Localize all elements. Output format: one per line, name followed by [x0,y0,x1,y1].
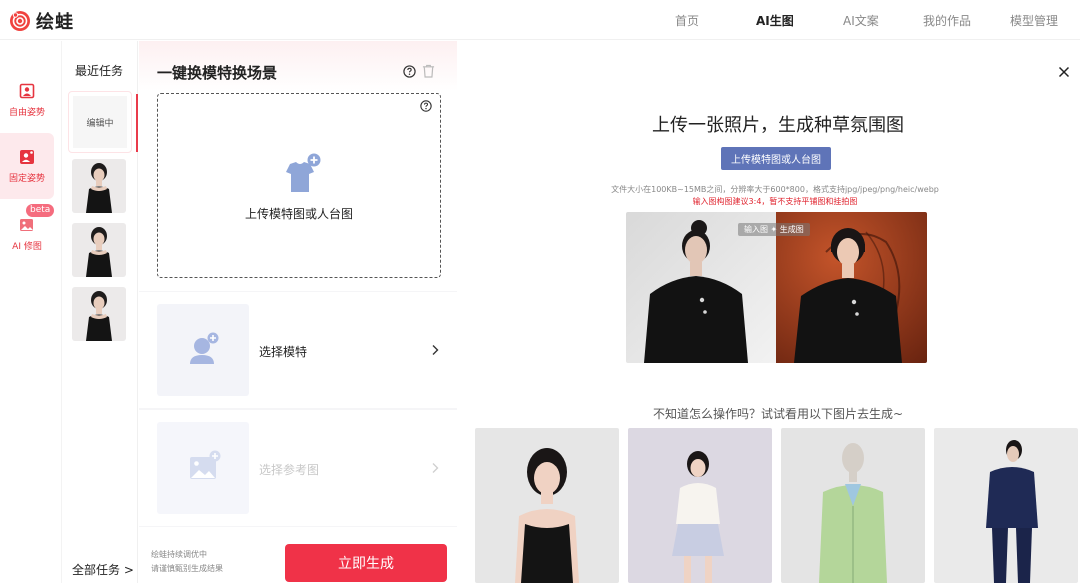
sidebar-item-fixed-pose[interactable]: 固定姿势 [0,133,54,199]
generate-button[interactable]: 立即生成 [285,544,447,582]
guide-panel: 上传一张照片，生成种草氛围图 上传模特图或人台图 文件大小在100KB~15MB… [458,41,1080,583]
nav-home[interactable]: 首页 [675,12,699,29]
recent-tasks: 最近任务 编辑中 全部任务 > [62,41,138,583]
all-tasks-link[interactable]: 全部任务 > [72,561,134,578]
help-icon[interactable] [420,100,432,112]
model-photo-thumb [72,287,126,341]
model-placeholder [157,304,249,396]
demo-caption: 输入图 ✦ 生成图 [738,223,810,236]
model-photo-thumb [72,223,126,277]
example-image[interactable] [934,428,1078,583]
frog-logo-icon [10,11,30,31]
upload-label: 上传模特图或人台图 [244,207,353,221]
generation-form: 一键换模特换场景 上传模特图或人台图 选择模特 选择参考图 绘蛙持续调优中 请谨… [139,41,457,583]
example-navy-suit-photo [934,428,1078,583]
caution-hint: 请谨慎甄别生成结果 [151,564,223,573]
example-image[interactable] [475,428,619,583]
person-add-icon [190,332,219,364]
guide-headline: 上传一张照片，生成种草氛围图 [652,115,904,136]
editing-label: 编辑中 [73,96,127,148]
task-thumbnail[interactable] [72,159,126,213]
select-reference-label: 选择参考图 [259,463,320,477]
tuning-hint: 绘蛙持续调优中 [151,550,207,559]
top-header: 绘蛙 首页 AI生图 AI文案 我的作品 模型管理 [0,0,1080,40]
image-edit-icon [20,218,33,231]
file-spec-text: 文件大小在100KB~15MB之间，分辨率大于600*800，格式支持jpg/j… [611,185,939,194]
beta-badge: beta [26,204,55,217]
task-editing[interactable]: 编辑中 [68,91,132,153]
model-photo-thumb [72,159,126,213]
sidebar-item-label: 自由姿势 [8,107,45,118]
close-icon[interactable] [1058,66,1070,78]
sidebar-item-label: 固定姿势 [8,173,45,184]
help-icon[interactable] [403,65,416,78]
chevron-right-icon [432,463,439,473]
tshirt-add-icon [286,153,321,192]
upload-image-button[interactable]: 上传模特图或人台图 [721,147,831,170]
sidebar-item-ai-retouch[interactable]: beta AI 修图 [0,201,55,267]
composition-warning: 输入图构图建议3:4，暂不支持平铺图和挂拍图 [692,197,858,206]
chevron-right-icon [432,345,439,355]
reference-placeholder [157,422,249,514]
person-card-icon [20,149,34,164]
form-title: 一键换模特换场景 [157,64,278,82]
example-image[interactable] [628,428,772,583]
upload-dropzone[interactable]: 上传模特图或人台图 [157,93,441,278]
recent-tasks-title: 最近任务 [75,64,124,78]
form-header: 一键换模特换场景 [139,41,457,91]
nav-ai-image[interactable]: AI生图 [756,12,794,29]
sidebar-item-free-pose[interactable]: 自由姿势 [0,67,54,133]
select-model-row[interactable]: 选择模特 [139,292,457,408]
trash-icon[interactable] [422,64,435,78]
app-name: 绘蛙 [36,12,74,33]
example-black-dress-photo [475,428,619,583]
example-mannequin-cardigan-photo [781,428,925,583]
example-white-blouse-photo [628,428,772,583]
sidebar-item-label: AI 修图 [12,241,42,252]
nav-ai-copy[interactable]: AI文案 [843,12,879,29]
active-task-indicator [136,94,138,152]
mode-sidebar: 自由姿势 固定姿势 beta AI 修图 [0,41,62,583]
task-thumbnail[interactable] [72,223,126,277]
try-examples-hint: 不知道怎么操作吗？试试看用以下图片去生成~ [652,407,904,421]
task-thumbnail[interactable] [72,287,126,341]
example-image[interactable] [781,428,925,583]
person-frame-icon [19,83,35,98]
nav-model-manage[interactable]: 模型管理 [1010,12,1058,29]
app-logo[interactable]: 绘蛙 [8,8,74,34]
select-reference-row[interactable]: 选择参考图 [139,410,457,526]
before-after-demo: 输入图 ✦ 生成图 [626,212,927,363]
image-add-icon [190,450,221,479]
upload-section: 上传模特图或人台图 [139,91,457,291]
select-model-label: 选择模特 [259,345,308,359]
nav-my-works[interactable]: 我的作品 [923,12,971,29]
form-footer: 绘蛙持续调优中 请谨慎甄别生成结果 立即生成 [139,527,457,583]
